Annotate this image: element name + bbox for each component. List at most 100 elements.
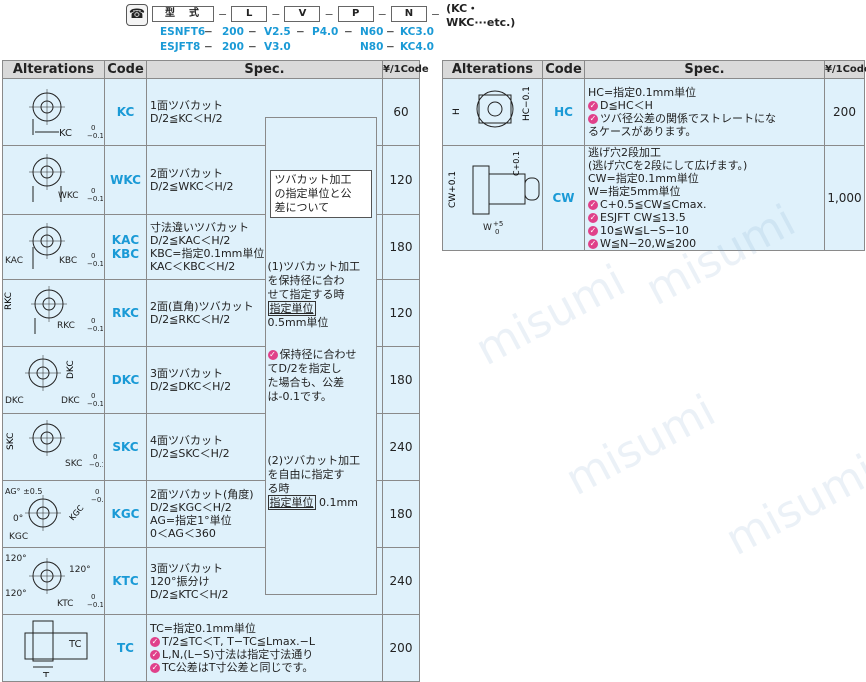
note-heading: ツバカット加工 の指定単位と公 差について	[269, 169, 372, 218]
alteration-price: 200	[382, 614, 420, 682]
alteration-drawing: KC 0 −0.1	[2, 78, 105, 146]
alteration-code: KC	[104, 78, 147, 146]
header-code: Code	[542, 60, 585, 79]
alteration-code: KGC	[104, 480, 147, 548]
svg-text:0: 0	[91, 392, 95, 400]
spec-line: 2面(直角)ツバカット	[150, 300, 254, 313]
pin-icon: ✓	[150, 637, 160, 647]
svg-text:KGC: KGC	[68, 503, 86, 522]
chip-n: N	[390, 6, 427, 22]
alteration-code: KTC	[104, 547, 147, 615]
spec-format-row: 型 式 − L − V − P − N − (KC・WKC···etc.)	[152, 2, 546, 29]
spec-line: 2面ツバカット(角度)	[150, 488, 254, 501]
svg-text:−0.1: −0.1	[87, 325, 103, 333]
svg-text:H: H	[452, 108, 462, 115]
table-header: Alterations Code Spec. ¥/1Code	[442, 60, 866, 79]
table-header: Alterations Code Spec. ¥/1Code	[2, 60, 429, 79]
dimension-drawing: CW+0.1 C+0.1 W +50	[448, 151, 540, 236]
pin-icon: ✓	[588, 239, 598, 249]
chip-model: 型 式	[152, 6, 214, 22]
svg-text:0: 0	[91, 252, 95, 260]
dimension-drawing: WKC 0−0.1	[29, 154, 104, 203]
spec-line: ✓ W≦N−20,W≦200	[588, 237, 697, 250]
svg-text:0: 0	[91, 593, 95, 601]
spec-line: D/2≦SKC＜H/2	[150, 447, 230, 460]
svg-text:TC: TC	[68, 639, 82, 650]
watermark: misumi	[467, 255, 634, 376]
header-spec: Spec.	[146, 60, 383, 79]
alterations-table-right: Alterations Code Spec. ¥/1Code H HC−0.1 HC…	[442, 60, 866, 251]
spec-line: 寸法違いツバカット	[150, 221, 249, 234]
spec-line: W=指定5mm単位	[588, 185, 681, 198]
svg-text:120°: 120°	[69, 565, 91, 575]
alteration-price: 180	[382, 480, 420, 548]
table-row: H HC−0.1 HC HC=指定0.1mm単位 ✓ D≦HC＜H ✓ ツバ径公差の関係でスト…	[442, 78, 865, 146]
spec-line: 0＜AG＜360	[150, 527, 216, 540]
svg-text:0: 0	[91, 187, 95, 195]
svg-text:0: 0	[91, 317, 95, 325]
svg-text:SKC: SKC	[6, 433, 16, 450]
svg-text:T: T	[42, 671, 50, 677]
dimension-drawing: KC 0−0.1	[29, 89, 104, 140]
alteration-price: 180	[382, 214, 420, 280]
svg-text:DKC: DKC	[66, 360, 76, 379]
svg-text:−0.1: −0.1	[89, 461, 103, 469]
alteration-drawing: AG° ±0.5 0° KGC KGC 0−0.1	[2, 480, 108, 548]
svg-text:−0.1: −0.1	[91, 496, 103, 504]
svg-text:0: 0	[495, 228, 499, 236]
dimension-drawing: DKC DKC DKC 0−0.1	[5, 355, 104, 408]
spec-line: ✓ T/2≦TC＜T, T−TC≦Lmax.−L	[150, 635, 315, 648]
spec-line: ✓ C+0.5≦CW≦Cmax.	[588, 198, 707, 211]
svg-text:WKC: WKC	[58, 191, 79, 201]
alteration-price: 120	[382, 145, 420, 215]
header-price: ¥/1Code	[382, 60, 429, 79]
svg-text:0: 0	[91, 124, 95, 132]
spec-line: ✓ D≦HC＜H	[588, 99, 653, 112]
svg-text:SKC: SKC	[65, 459, 82, 469]
spec-line: 120°振分け	[150, 574, 210, 588]
dimension-drawing: 120° 120° 120° KTC 0−0.1	[5, 554, 104, 609]
alteration-drawing: WKC 0 −0.1	[2, 145, 105, 215]
alteration-drawing: H HC−0.1	[442, 78, 543, 146]
spec-line: D/2≦RKC＜H/2	[150, 313, 231, 326]
alteration-drawing: KAC KBC 0 −0.1	[2, 214, 105, 280]
svg-text:RKC: RKC	[57, 321, 75, 331]
tolerance-note-panel: ツバカット加工 の指定単位と公 差について (1)ツバカット加工 を保持径に合わ せて指…	[264, 116, 377, 595]
svg-text:120°: 120°	[5, 554, 27, 564]
alteration-drawing: CW+0.1 C+0.1 W +5 0	[442, 145, 543, 251]
svg-text:KAC: KAC	[5, 256, 23, 266]
spec-line: D/2≦KGC＜H/2	[150, 501, 232, 514]
pin-icon: ✓	[588, 200, 598, 210]
spec-line: るケースがあります。	[588, 125, 697, 138]
svg-text:DKC: DKC	[61, 396, 80, 406]
spec-line: (逃げ穴Cを2段にして広げます。)	[588, 159, 748, 172]
svg-text:DKC: DKC	[5, 396, 24, 406]
chip-l: L	[231, 6, 268, 22]
alteration-drawing: DKC DKC DKC 0 −0.1	[2, 346, 105, 414]
svg-text:0: 0	[93, 453, 97, 461]
alteration-price: 180	[382, 346, 420, 414]
spec-line: D/2≦KTC＜H/2	[150, 587, 229, 601]
pin-icon: ✓	[267, 349, 278, 360]
alteration-spec: HC=指定0.1mm単位 ✓ D≦HC＜H ✓ ツバ径公差の関係でストレートにな るケース…	[584, 78, 825, 146]
alteration-drawing: RKC RKC 0 −0.1	[2, 279, 105, 347]
spec-line: ✓ ESJFT CW≦13.5	[588, 211, 686, 224]
pin-icon: ✓	[588, 213, 598, 223]
dimension-drawing: TC T	[24, 620, 88, 682]
svg-text:120°: 120°	[5, 589, 27, 599]
alteration-drawing: TC T	[2, 614, 105, 682]
note-tolerance: ✓ 保持径に合わせ てD/2を指定し た場合も、公差 は-0.1です。	[267, 347, 357, 403]
chip-p: P	[337, 6, 374, 22]
svg-text:AG° ±0.5: AG° ±0.5	[5, 487, 43, 496]
spec-line: D/2≦KC＜H/2	[150, 112, 223, 125]
alteration-price: 1,000	[824, 145, 865, 251]
spec-line: TC=指定0.1mm単位	[150, 622, 256, 635]
svg-text:0: 0	[95, 488, 99, 496]
spec-strip: ☎ 型 式 − L − V − P − N − (KC・WKC···etc.) …	[126, 2, 546, 54]
alteration-drawing: SKC SKC 0−0.1	[2, 413, 106, 481]
note-case-2: (2)ツバカット加工 を自由に指定す る時 指定単位 0.1mm	[267, 453, 361, 510]
alteration-price: 120	[382, 279, 420, 347]
svg-text:−0.1: −0.1	[87, 260, 103, 268]
alteration-code: DKC	[104, 346, 147, 414]
spec-line: KBC=指定0.1mm単位のみ	[150, 247, 287, 260]
